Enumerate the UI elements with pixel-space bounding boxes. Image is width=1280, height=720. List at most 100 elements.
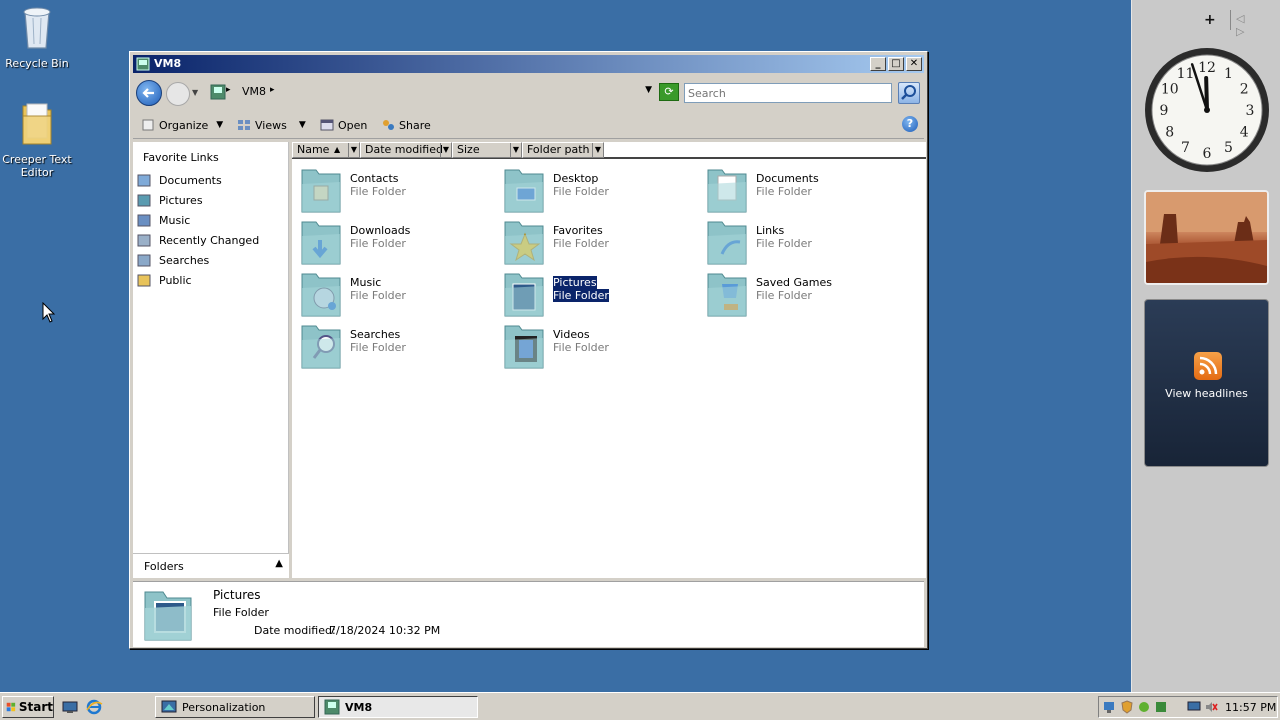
- share-button[interactable]: Share: [381, 116, 431, 134]
- open-button[interactable]: Open: [320, 116, 367, 134]
- organize-button[interactable]: Organize ▼: [141, 116, 223, 134]
- folder-item-pictures[interactable]: Pictures File Folder: [503, 270, 703, 320]
- folder-type: File Folder: [553, 289, 609, 302]
- folder-item-videos[interactable]: Videos File Folder: [503, 322, 703, 372]
- views-button[interactable]: Views ▼: [237, 116, 306, 134]
- taskbar: Start Personalization VM8 11:57 PM: [0, 692, 1280, 720]
- details-item-name: Pictures: [213, 588, 261, 602]
- folder-type: File Folder: [553, 185, 609, 198]
- back-button[interactable]: [136, 80, 162, 106]
- gadget-nav-arrows[interactable]: ◁ ▷: [1236, 12, 1264, 38]
- address-box[interactable]: ▸ VM8 ▸ ▼: [206, 82, 654, 102]
- share-icon: [383, 120, 394, 130]
- taskbar-vm8[interactable]: VM8: [318, 696, 478, 718]
- slideshow-gadget[interactable]: [1144, 190, 1269, 285]
- music-folder-icon: [301, 273, 341, 317]
- clock-time[interactable]: 11:57 PM: [1225, 701, 1276, 714]
- details-date-value: 7/18/2024 10:32 PM: [329, 624, 441, 637]
- column-header-size[interactable]: Size ▼: [452, 142, 522, 158]
- nav-link-documents[interactable]: Documents: [137, 170, 259, 190]
- column-filter-dropdown[interactable]: ▼: [510, 143, 521, 157]
- clock-numeral: 10: [1161, 82, 1179, 98]
- folder-name: Searches: [350, 328, 401, 341]
- folder-name: Downloads: [350, 224, 411, 237]
- folder-item-music[interactable]: Music File Folder: [300, 270, 500, 320]
- desktop-icon-creeper-text-editor[interactable]: Creeper Text Editor: [0, 100, 74, 179]
- folder-item-searches[interactable]: Searches File Folder: [300, 322, 500, 372]
- start-label: Start: [18, 700, 53, 714]
- folder-name: Documents: [756, 172, 819, 185]
- security-icon[interactable]: [1120, 700, 1134, 714]
- folder-type: File Folder: [350, 237, 406, 250]
- explorer-window: VM8 _ □ ✕ ▼ ▸ VM8 ▸ ▼ ⟳ Search Organize …: [129, 51, 928, 649]
- clock-numeral: 9: [1160, 103, 1169, 119]
- internet-explorer-icon[interactable]: [85, 698, 103, 716]
- folders-label: Folders: [144, 560, 184, 573]
- clock-numeral: 12: [1198, 60, 1216, 76]
- windows-defender-icon[interactable]: [1137, 700, 1151, 714]
- contacts-folder-icon: [301, 169, 341, 213]
- folder-type: File Folder: [350, 341, 406, 354]
- nav-link-label: Pictures: [159, 193, 203, 207]
- column-filter-dropdown[interactable]: ▼: [440, 143, 451, 157]
- folder-item-favorites[interactable]: Favorites File Folder: [503, 218, 703, 268]
- nav-link-searches[interactable]: Searches: [137, 250, 259, 270]
- folder-type: File Folder: [756, 237, 812, 250]
- minimize-button[interactable]: _: [870, 57, 886, 71]
- forward-button[interactable]: [166, 82, 190, 106]
- folder-name: Contacts: [350, 172, 399, 185]
- column-filter-dropdown[interactable]: ▼: [592, 143, 603, 157]
- maximize-button[interactable]: □: [888, 57, 904, 71]
- mouse-cursor-icon: [42, 302, 56, 323]
- folder-name: Pictures: [553, 276, 597, 289]
- network-icon[interactable]: [1102, 700, 1116, 714]
- breadcrumb[interactable]: VM8: [242, 85, 266, 98]
- computer-icon: [136, 57, 150, 71]
- nav-link-public[interactable]: Public: [137, 270, 259, 290]
- column-filter-dropdown[interactable]: ▼: [348, 143, 359, 157]
- search-button[interactable]: [898, 82, 920, 104]
- feed-headlines-gadget[interactable]: View headlines: [1144, 299, 1269, 467]
- display-icon[interactable]: [1187, 700, 1201, 714]
- folder-item-downloads[interactable]: Downloads File Folder: [300, 218, 500, 268]
- search-input[interactable]: [684, 83, 892, 103]
- help-button[interactable]: ?: [902, 116, 918, 132]
- close-button[interactable]: ✕: [906, 57, 922, 71]
- column-header-date-modified[interactable]: Date modified ▼: [360, 142, 452, 158]
- taskbar-personalization[interactable]: Personalization: [155, 696, 315, 718]
- folder-type: File Folder: [756, 185, 812, 198]
- folder-item-saved-games[interactable]: Saved Games File Folder: [706, 270, 906, 320]
- nav-link-recently-changed[interactable]: Recently Changed: [137, 230, 259, 250]
- start-button[interactable]: Start: [2, 696, 54, 718]
- column-header-folder-path[interactable]: Folder path ▼: [522, 142, 604, 158]
- recent-pages-dropdown[interactable]: ▼: [192, 88, 198, 97]
- task-label: VM8: [345, 700, 373, 714]
- update-icon[interactable]: [1154, 700, 1168, 714]
- desktop-icon-recycle-bin[interactable]: Recycle Bin: [0, 4, 74, 70]
- breadcrumb-arrow-icon[interactable]: ▸: [226, 85, 231, 95]
- nav-link-pictures[interactable]: Pictures: [137, 190, 259, 210]
- refresh-button[interactable]: ⟳: [659, 83, 679, 101]
- folder-icon: [22, 103, 52, 145]
- folders-toggle[interactable]: Folders ▲: [133, 553, 289, 578]
- nav-link-label: Documents: [159, 173, 222, 187]
- column-header-name[interactable]: Name ▲ ▼: [292, 142, 360, 158]
- clock-gadget[interactable]: 12 12 3 45678 9 1011: [1143, 46, 1271, 174]
- folder-item-desktop[interactable]: Desktop File Folder: [503, 166, 703, 216]
- nav-link-music[interactable]: Music: [137, 210, 259, 230]
- volume-muted-icon[interactable]: [1204, 700, 1218, 714]
- add-gadget-button[interactable]: +: [1204, 12, 1216, 28]
- folder-item-contacts[interactable]: Contacts File Folder: [300, 166, 500, 216]
- folder-item-links[interactable]: Links File Folder: [706, 218, 906, 268]
- clock-numeral: 6: [1203, 146, 1212, 162]
- view-headlines-label[interactable]: View headlines: [1145, 387, 1268, 400]
- show-desktop-icon[interactable]: [61, 698, 79, 716]
- folder-name: Saved Games: [756, 276, 832, 289]
- desktop-icon-label: Recycle Bin: [5, 57, 69, 70]
- clock-numeral: 8: [1165, 125, 1174, 141]
- folder-item-documents[interactable]: Documents File Folder: [706, 166, 906, 216]
- searches-folder-icon: [301, 325, 341, 369]
- title-bar[interactable]: VM8 _ □ ✕: [133, 55, 924, 73]
- address-dropdown[interactable]: ▼: [645, 85, 652, 95]
- breadcrumb-arrow-icon[interactable]: ▸: [270, 85, 275, 95]
